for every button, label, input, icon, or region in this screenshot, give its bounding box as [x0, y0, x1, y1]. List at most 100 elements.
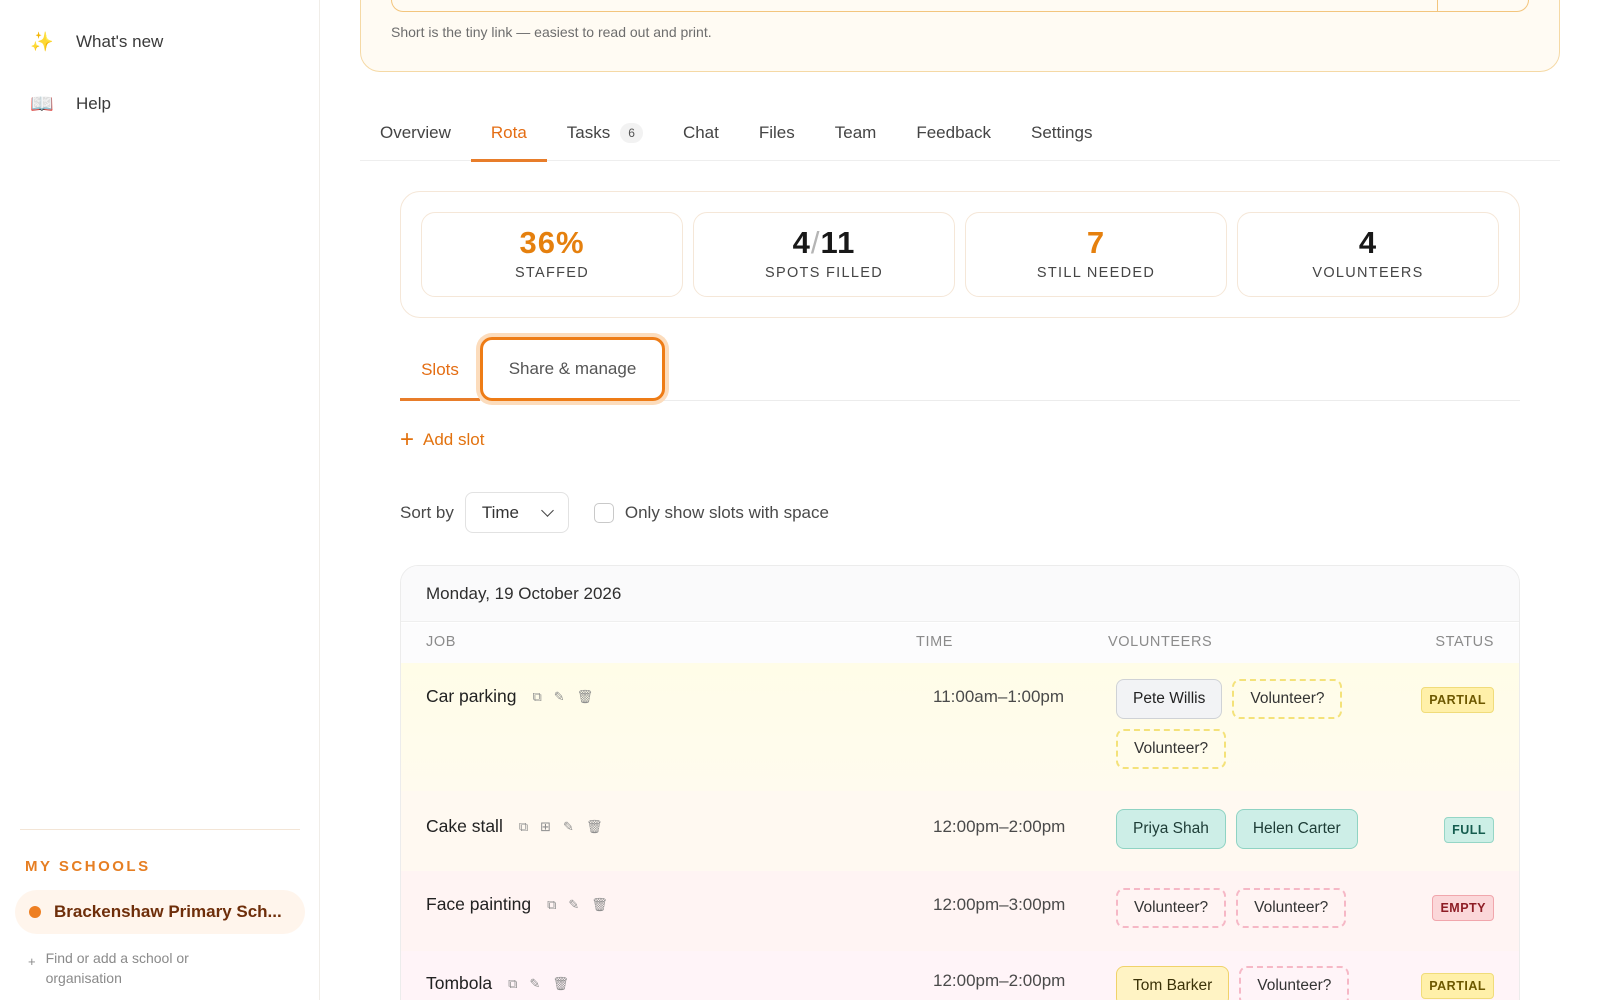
- space-filter-label[interactable]: Only show slots with space: [625, 503, 829, 523]
- row-actions: ⧉ ⊞ ✎ 🗑: [519, 819, 603, 835]
- subtab-share-manage[interactable]: Share & manage: [480, 337, 665, 401]
- sidebar-item-label: What's new: [76, 32, 164, 51]
- job-cell: Face painting ⧉ ✎ 🗑: [426, 894, 608, 915]
- chevron-down-icon: [540, 504, 554, 517]
- volunteer-chip[interactable]: Helen Carter: [1235, 809, 1358, 849]
- slots-table: Monday, 19 October 2026 JOB TIME VOLUNTE…: [400, 565, 1520, 1000]
- tab-label: Chat: [682, 122, 719, 142]
- grid-icon[interactable]: ⊞: [540, 819, 551, 835]
- job-name: Cake stall: [426, 816, 503, 836]
- table-row: Tombola ⧉ ✎ 🗑 12:00pm–2:00pm Tom Barker …: [401, 951, 1519, 1000]
- subtab-label: Slots: [421, 360, 459, 379]
- row-actions: ⧉ ✎ 🗑: [532, 689, 593, 705]
- input-separator: [1437, 0, 1438, 11]
- add-slot-label: Add slot: [423, 430, 485, 449]
- sidebar-item-label: Help: [76, 94, 111, 113]
- stat-spots-filled: 4/11 SPOTS FILLED: [693, 212, 955, 297]
- tab-label: Tasks: [566, 122, 611, 142]
- my-schools-heading: MY SCHOOLS: [25, 858, 151, 875]
- share-link-card: Short is the tiny link — easiest to read…: [360, 0, 1560, 72]
- sort-select-value: Time: [481, 502, 520, 522]
- row-actions: ⧉ ✎ 🗑: [508, 976, 569, 992]
- time-cell: 11:00am–1:00pm: [933, 687, 1065, 706]
- volunteer-slot-open[interactable]: Volunteer?: [1239, 966, 1350, 1000]
- volunteer-chips: Priya Shah Helen Carter: [1116, 809, 1416, 849]
- stat-label: SPOTS FILLED: [765, 265, 883, 281]
- table-row: Cake stall ⧉ ⊞ ✎ 🗑 12:00pm–2:00pm Priya …: [401, 791, 1519, 871]
- volunteer-slot-open[interactable]: Volunteer?: [1116, 888, 1227, 928]
- tab-team[interactable]: Team: [815, 104, 897, 161]
- stat-still-needed: 7 STILL NEEDED: [965, 212, 1227, 297]
- school-name: Brackenshaw Primary Sch...: [54, 902, 282, 921]
- tab-label: Overview: [380, 122, 451, 142]
- sidebar-item-help[interactable]: 📖 Help: [30, 92, 111, 116]
- spots-filled-value: 4: [792, 225, 811, 260]
- share-link-input[interactable]: [391, 0, 1529, 12]
- spots-total-value: 11: [820, 225, 856, 260]
- volunteer-chip[interactable]: Priya Shah: [1116, 809, 1226, 849]
- sort-controls: Sort by Time Only show slots with space: [400, 492, 829, 533]
- volunteer-chips: Pete Willis Volunteer? Volunteer?: [1116, 679, 1376, 769]
- tab-overview[interactable]: Overview: [360, 104, 471, 161]
- edit-icon[interactable]: ✎: [554, 689, 565, 705]
- time-cell: 12:00pm–2:00pm: [933, 971, 1066, 990]
- sidebar-divider: [20, 829, 300, 830]
- spots-separator: /: [810, 225, 821, 260]
- trash-icon[interactable]: 🗑: [552, 976, 569, 992]
- tab-label: Rota: [490, 122, 527, 142]
- volunteer-slot-open[interactable]: Volunteer?: [1116, 729, 1227, 769]
- copy-icon[interactable]: ⧉: [508, 976, 517, 992]
- rota-subtabs: Slots Share & manage: [400, 337, 1520, 401]
- header-time: TIME: [916, 634, 954, 650]
- trash-icon[interactable]: 🗑: [577, 689, 594, 705]
- job-cell: Car parking ⧉ ✎ 🗑: [426, 686, 593, 707]
- volunteer-chips: Volunteer? Volunteer?: [1116, 888, 1376, 928]
- sidebar-item-whats-new[interactable]: ✨ What's new: [30, 30, 163, 54]
- job-name: Tombola: [426, 973, 493, 993]
- copy-icon[interactable]: ⧉: [519, 819, 528, 835]
- edit-icon[interactable]: ✎: [529, 976, 540, 992]
- tab-chat[interactable]: Chat: [663, 104, 739, 161]
- stat-value: 7: [1086, 225, 1106, 260]
- add-slot-button[interactable]: + Add slot: [400, 428, 485, 452]
- copy-icon[interactable]: ⧉: [547, 897, 556, 913]
- tab-label: Team: [834, 122, 877, 142]
- edit-icon[interactable]: ✎: [568, 897, 579, 913]
- header-volunteers: VOLUNTEERS: [1108, 634, 1213, 650]
- copy-icon[interactable]: ⧉: [532, 689, 541, 705]
- tab-tasks[interactable]: Tasks 6: [547, 104, 663, 161]
- job-name: Car parking: [426, 686, 517, 706]
- subtab-label: Share & manage: [508, 359, 637, 378]
- status-badge: PARTIAL: [1421, 973, 1494, 999]
- rota-stats: 36% STAFFED 4/11 SPOTS FILLED 7 STILL NE…: [400, 191, 1520, 318]
- sort-select[interactable]: Time: [464, 492, 569, 533]
- trash-icon[interactable]: 🗑: [591, 897, 608, 913]
- table-header: JOB TIME VOLUNTEERS STATUS: [401, 623, 1519, 663]
- trash-icon[interactable]: 🗑: [586, 819, 603, 835]
- space-filter-checkbox[interactable]: [593, 502, 614, 523]
- find-school-link[interactable]: + Find or add a school or organisation: [28, 948, 248, 988]
- sidebar: ✨ What's new 📖 Help MY SCHOOLS Brackensh…: [0, 0, 320, 1000]
- subtab-slots[interactable]: Slots: [400, 340, 480, 401]
- volunteer-chip[interactable]: Tom Barker: [1116, 966, 1230, 1000]
- tab-files[interactable]: Files: [739, 104, 815, 161]
- time-cell: 12:00pm–3:00pm: [933, 895, 1066, 914]
- volunteer-slot-open[interactable]: Volunteer?: [1232, 679, 1343, 719]
- main-tabs: Overview Rota Tasks 6 Chat Files Team Fee…: [360, 104, 1560, 162]
- volunteer-slot-open[interactable]: Volunteer?: [1236, 888, 1347, 928]
- header-job: JOB: [426, 634, 456, 650]
- stat-volunteers: 4 VOLUNTEERS: [1237, 212, 1499, 297]
- tab-settings[interactable]: Settings: [1011, 104, 1112, 161]
- school-item-active[interactable]: Brackenshaw Primary Sch...: [15, 890, 305, 934]
- edit-icon[interactable]: ✎: [563, 819, 574, 835]
- job-cell: Tombola ⧉ ✎ 🗑: [426, 973, 569, 994]
- job-name: Face painting: [426, 894, 532, 914]
- tab-feedback[interactable]: Feedback: [896, 104, 1011, 161]
- time-cell: 12:00pm–2:00pm: [933, 817, 1066, 836]
- tab-rota[interactable]: Rota: [470, 104, 547, 162]
- tab-label: Settings: [1031, 122, 1093, 142]
- stat-staffed: 36% STAFFED: [421, 212, 683, 297]
- volunteer-chip[interactable]: Pete Willis: [1116, 679, 1223, 719]
- row-actions: ⧉ ✎ 🗑: [547, 897, 608, 913]
- sort-label: Sort by: [400, 502, 454, 522]
